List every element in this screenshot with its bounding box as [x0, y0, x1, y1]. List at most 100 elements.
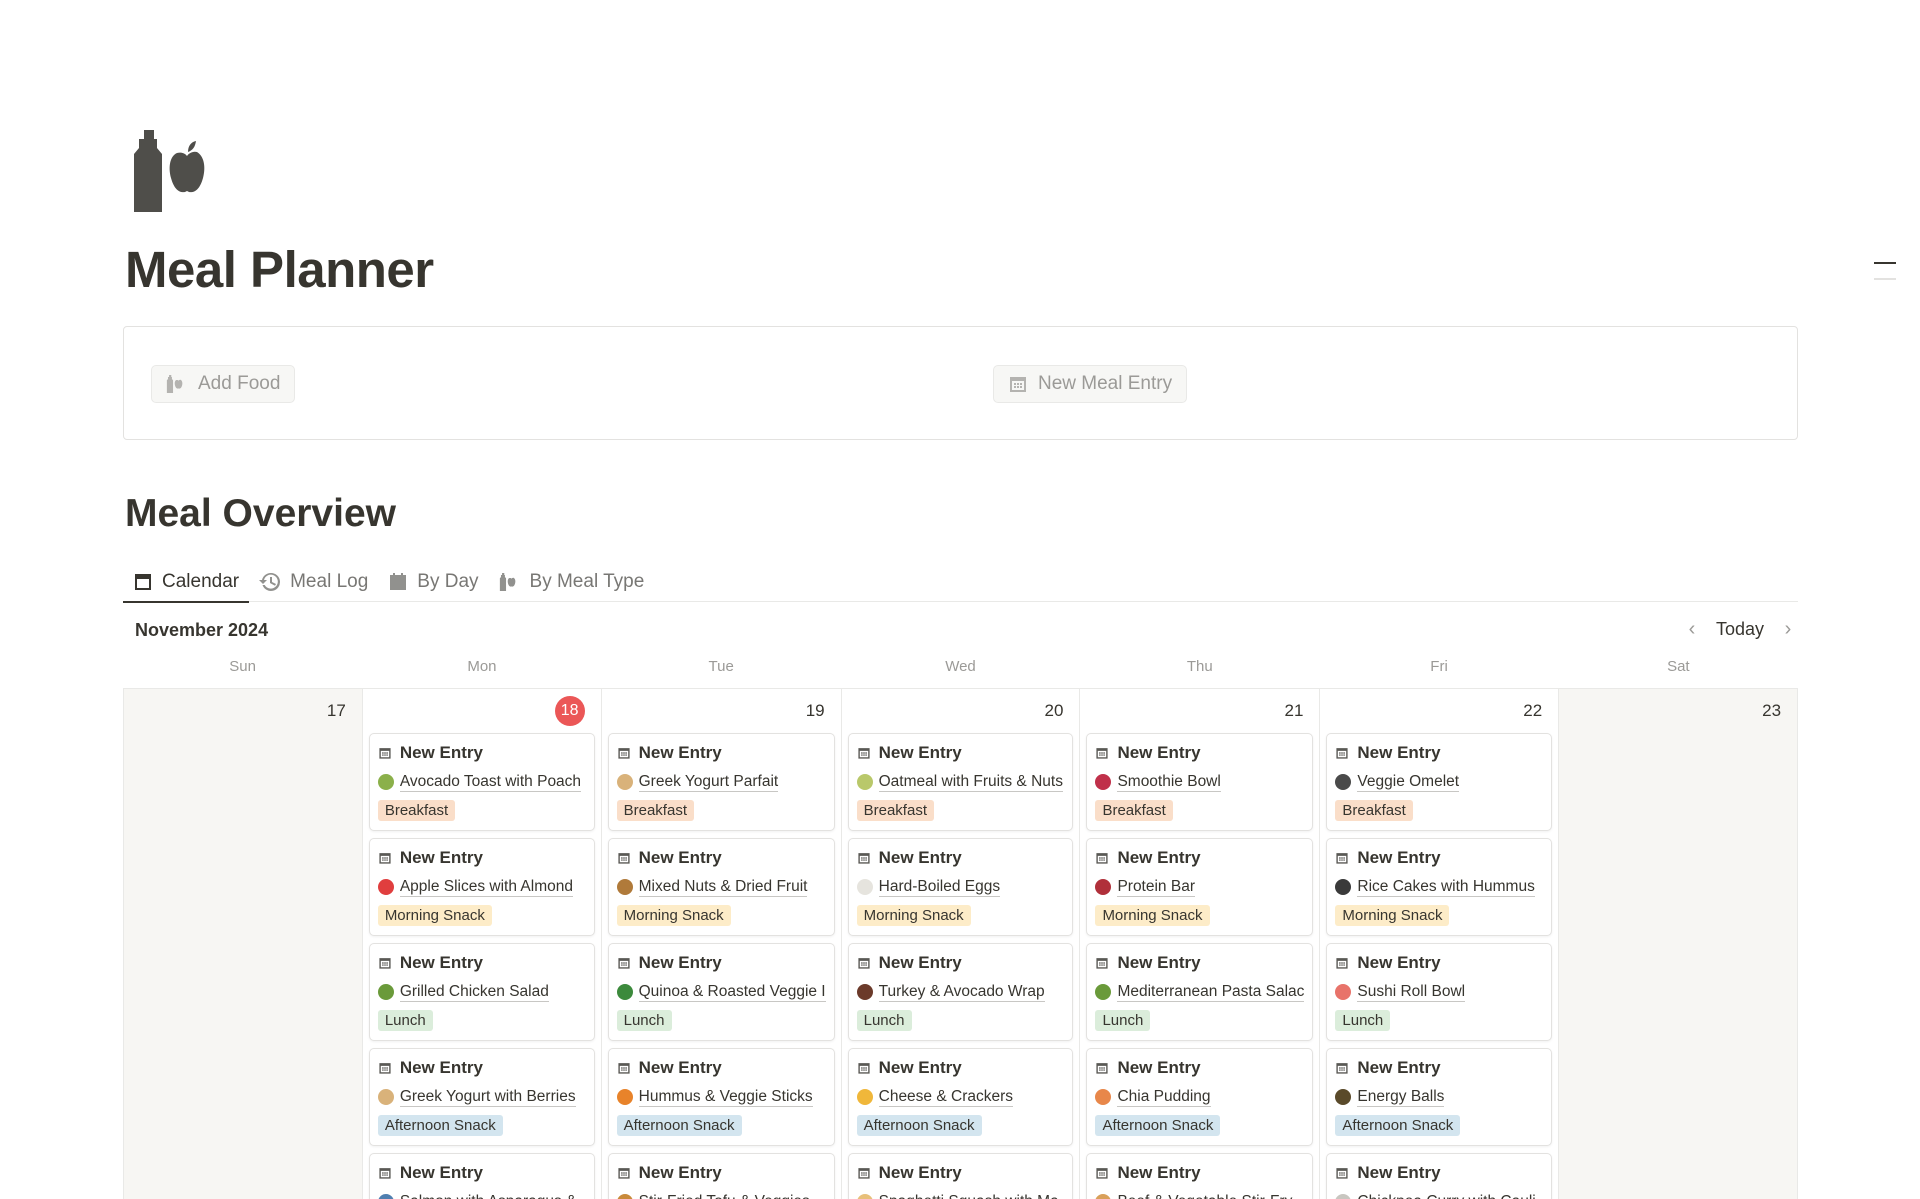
weekday-label: Thu: [1186, 658, 1213, 675]
meal-entry-card[interactable]: New Entry Veggie Omelet Breakfast: [1326, 733, 1553, 831]
meal-entry-card[interactable]: New Entry Apple Slices with Almond Morning…: [368, 838, 595, 936]
meal-entry-card[interactable]: New Entry Hummus & Veggie Sticks Afternoon…: [607, 1048, 835, 1146]
food-name: Rice Cakes with Hummus: [1357, 877, 1535, 897]
weekday-label: Fri: [1430, 658, 1448, 675]
calendar-day-cell[interactable]: 19 New Entry Greek Yogurt Parfait Breakfast…: [602, 689, 842, 1199]
calendar-day-cell[interactable]: 20 New Entry Oatmeal with Fruits & Nuts Bre…: [842, 689, 1081, 1199]
meal-entry-card[interactable]: New Entry Hard-Boiled Eggs Morning Snack: [847, 838, 1074, 936]
food-link[interactable]: Greek Yogurt with Berries: [377, 1085, 586, 1109]
meal-entry-card[interactable]: New EntrySpaghetti Squash with MaDinner: [847, 1153, 1074, 1199]
meal-entry-card[interactable]: New Entry Rice Cakes with Hummus Morning S…: [1326, 838, 1553, 936]
food-link[interactable]: Rice Cakes with Hummus: [1335, 875, 1543, 899]
meal-entry-card[interactable]: New EntryBeef & Vegetable Stir-FryDinner: [1086, 1153, 1314, 1199]
meal-entry-card[interactable]: New Entry Quinoa & Roasted Veggie I Lunch: [607, 943, 835, 1041]
food-link[interactable]: Veggie Omelet: [1335, 770, 1543, 794]
add-food-button[interactable]: Add Food: [151, 365, 296, 403]
calendar-day-cell[interactable]: 21 New Entry Smoothie Bowl Breakfast New Ent…: [1080, 689, 1321, 1199]
tab-by-day[interactable]: By Day: [378, 562, 488, 602]
food-link[interactable]: Mixed Nuts & Dried Fruit: [616, 875, 826, 899]
calendar-icon: [1096, 748, 1109, 759]
meal-entry-card[interactable]: New Entry Smoothie Bowl Breakfast: [1086, 733, 1314, 831]
food-link[interactable]: Hummus & Veggie Sticks: [616, 1085, 826, 1109]
food-link[interactable]: Quinoa & Roasted Veggie I: [616, 980, 826, 1004]
food-link[interactable]: Oatmeal with Fruits & Nuts: [856, 770, 1065, 794]
weekday-label: Tue: [708, 658, 734, 675]
calendar-day-cell[interactable]: 17: [124, 689, 363, 1199]
new-meal-entry-button[interactable]: New Meal Entry: [993, 365, 1188, 403]
food-link[interactable]: Stir-Fried Tofu & Veggies: [616, 1190, 826, 1199]
tab-by-meal-type[interactable]: By Meal Type: [489, 562, 655, 602]
meal-entry-card[interactable]: New Entry Turkey & Avocado Wrap Lunch: [847, 943, 1074, 1041]
meal-entry-card[interactable]: New Entry Oatmeal with Fruits & Nuts Break…: [847, 733, 1074, 831]
chevron-left-icon[interactable]: ‹: [1682, 618, 1702, 641]
food-link[interactable]: Spaghetti Squash with Ma: [856, 1190, 1065, 1199]
food-link[interactable]: Protein Bar: [1095, 875, 1304, 899]
food-link[interactable]: Avocado Toast with Poach: [377, 770, 586, 794]
food-link[interactable]: Grilled Chicken Salad: [377, 980, 586, 1004]
meal-entry-card[interactable]: New EntryChickpea Curry with CauliDinner: [1326, 1153, 1553, 1199]
food-name: Hard-Boiled Eggs: [878, 877, 1001, 897]
meal-entry-card[interactable]: New Entry Greek Yogurt Parfait Breakfast: [607, 733, 835, 831]
calendar-icon: [858, 853, 870, 864]
food-link[interactable]: Sushi Roll Bowl: [1335, 980, 1543, 1004]
food-link[interactable]: Chia Pudding: [1095, 1085, 1304, 1109]
entry-title: New Entry: [1335, 950, 1543, 976]
grocery-apple-icon: [134, 130, 205, 212]
meal-entry-card[interactable]: New Entry Avocado Toast with Poach Breakfa…: [368, 733, 595, 831]
entry-title-text: New Entry: [878, 848, 962, 867]
meal-entry-card[interactable]: New Entry Grilled Chicken Salad Lunch: [368, 943, 595, 1041]
tab-meal-log[interactable]: Meal Log: [249, 562, 378, 602]
entry-title-text: New Entry: [399, 953, 483, 972]
entry-title-text: New Entry: [399, 1163, 483, 1182]
entry-title: New Entry: [617, 845, 826, 871]
food-name: Sushi Roll Bowl: [1357, 982, 1466, 1002]
table-of-contents-indicator[interactable]: [1874, 262, 1896, 294]
food-link[interactable]: Cheese & Crackers: [856, 1085, 1065, 1109]
entry-title-text: New Entry: [878, 743, 962, 762]
food-name: Energy Balls: [1357, 1087, 1445, 1107]
calendar-icon: [1096, 853, 1109, 864]
food-link[interactable]: Beef & Vegetable Stir-Fry: [1095, 1190, 1304, 1199]
month-label: November 2024: [135, 620, 269, 640]
food-link[interactable]: Apple Slices with Almond: [377, 875, 586, 899]
food-name: Chickpea Curry with Cauli: [1357, 1193, 1535, 1199]
quick-actions-block: Add Food New Meal Entry: [123, 326, 1798, 440]
entry-title-text: New Entry: [1357, 743, 1441, 762]
meal-entry-card[interactable]: New Entry Cheese & Crackers Afternoon Snac…: [847, 1048, 1074, 1146]
meal-entry-card[interactable]: New Entry Chia Pudding Afternoon Snack: [1086, 1048, 1314, 1146]
food-emoji-icon: [377, 1089, 394, 1105]
calendar-day-cell[interactable]: 23: [1559, 689, 1799, 1199]
weekday-label: Wed: [945, 658, 976, 675]
meal-entry-card[interactable]: New Entry Sushi Roll Bowl Lunch: [1326, 943, 1553, 1041]
meal-entry-card[interactable]: New Entry Mixed Nuts & Dried Fruit Morning…: [607, 838, 835, 936]
date-number-label: 20: [1044, 701, 1064, 720]
food-emoji-icon: [1335, 984, 1352, 1000]
meal-entry-card[interactable]: New Entry Mediterranean Pasta Salac Lunch: [1086, 943, 1314, 1041]
food-link[interactable]: Turkey & Avocado Wrap: [856, 980, 1065, 1004]
meal-entry-card[interactable]: New EntryStir-Fried Tofu & VeggiesDinner: [607, 1153, 835, 1199]
calendar-icon: [1336, 748, 1349, 759]
food-link[interactable]: Smoothie Bowl: [1095, 770, 1304, 794]
food-name: Chia Pudding: [1117, 1087, 1211, 1107]
meal-entry-card[interactable]: New Entry Energy Balls Afternoon Snack: [1326, 1048, 1553, 1146]
meal-entry-card[interactable]: New EntrySalmon with Asparagus &Dinner: [368, 1153, 595, 1199]
food-link[interactable]: Chickpea Curry with Cauli: [1335, 1190, 1543, 1199]
food-link[interactable]: Mediterranean Pasta Salac: [1095, 980, 1305, 1004]
food-name: Cheese & Crackers: [878, 1087, 1014, 1107]
calendar-day-cell[interactable]: 18 New Entry Avocado Toast with Poach Break…: [363, 689, 602, 1199]
food-link[interactable]: Greek Yogurt Parfait: [616, 770, 826, 794]
calendar-icon: [379, 1168, 391, 1179]
food-link[interactable]: Energy Balls: [1335, 1085, 1543, 1109]
tab-calendar[interactable]: Calendar: [123, 562, 250, 603]
food-name: Greek Yogurt Parfait: [638, 772, 779, 792]
food-emoji-icon: [1335, 1194, 1352, 1199]
food-link[interactable]: Salmon with Asparagus &: [377, 1190, 586, 1199]
calendar-icon: [1336, 958, 1349, 969]
meal-entry-card[interactable]: New Entry Greek Yogurt with Berries Aftern…: [368, 1048, 595, 1146]
meal-entry-card[interactable]: New Entry Protein Bar Morning Snack: [1086, 838, 1314, 936]
meal-type-tag: Afternoon Snack: [856, 1115, 982, 1136]
calendar-day-cell[interactable]: 22 New Entry Veggie Omelet Breakfast New Ent…: [1320, 689, 1560, 1199]
today-button[interactable]: Today: [1716, 619, 1764, 640]
food-link[interactable]: Hard-Boiled Eggs: [856, 875, 1065, 899]
chevron-right-icon[interactable]: ›: [1778, 618, 1798, 641]
